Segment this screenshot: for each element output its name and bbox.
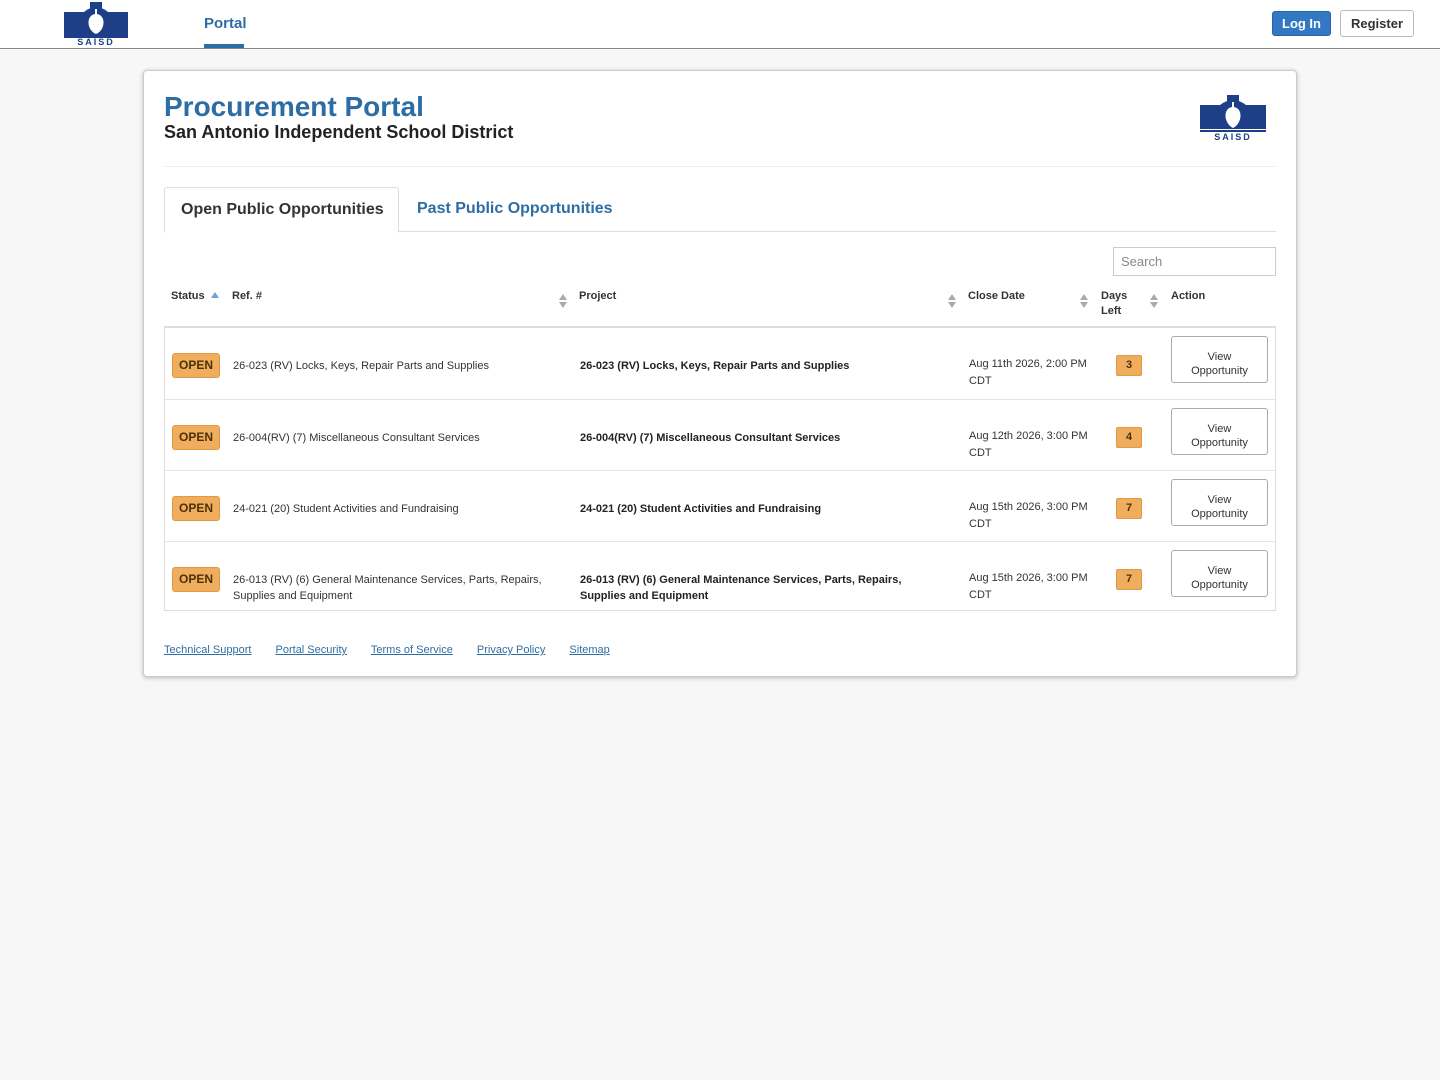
saisd-logo[interactable]: SAISD	[62, 0, 130, 46]
top-navbar: SAISD Portal Log In Register	[0, 0, 1440, 49]
footer-link-sitemap[interactable]: Sitemap	[569, 644, 609, 656]
tab-open-opportunities[interactable]: Open Public Opportunities	[164, 187, 399, 233]
sort-icon[interactable]	[1079, 293, 1089, 309]
page-subtitle: San Antonio Independent School District	[164, 122, 514, 142]
nav-portal-tab[interactable]: Portal	[204, 0, 247, 48]
footer-link-privacy-policy[interactable]: Privacy Policy	[477, 644, 545, 656]
procurement-card: Procurement Portal San Antonio Independe…	[143, 70, 1297, 677]
close-date-cell: Aug 15th 2026, 3:00 PM CDT	[969, 501, 1088, 530]
days-left-badge: 7	[1116, 498, 1142, 519]
table-header: Status Ref. # Project Close Date Days Le…	[164, 281, 1276, 328]
divider	[164, 166, 1276, 167]
status-badge: OPEN	[172, 353, 220, 378]
days-left-badge: 7	[1116, 569, 1142, 590]
ref-cell: 26-013 (RV) (6) General Maintenance Serv…	[233, 574, 542, 602]
view-opportunity-button[interactable]: View Opportunity	[1171, 408, 1268, 455]
status-badge: OPEN	[172, 496, 220, 521]
tab-past-opportunities[interactable]: Past Public Opportunities	[417, 200, 613, 218]
sort-icon[interactable]	[1149, 293, 1159, 309]
header-ref[interactable]: Ref. #	[232, 289, 262, 304]
header-days-left[interactable]: Days Left	[1101, 289, 1127, 319]
footer-links: Technical Support Portal Security Terms …	[164, 644, 631, 656]
days-left-badge: 3	[1116, 355, 1142, 376]
table-row: OPEN 26-004(RV) (7) Miscellaneous Consul…	[165, 399, 1275, 470]
table-row: OPEN 24-021 (20) Student Activities and …	[165, 470, 1275, 541]
ref-cell: 24-021 (20) Student Activities and Fundr…	[233, 503, 459, 515]
close-date-cell: Aug 15th 2026, 3:00 PM CDT	[969, 572, 1088, 601]
login-button[interactable]: Log In	[1272, 11, 1331, 36]
header-status[interactable]: Status	[171, 289, 220, 304]
header-project[interactable]: Project	[579, 289, 616, 304]
close-date-cell: Aug 12th 2026, 3:00 PM CDT	[969, 430, 1088, 459]
footer-link-terms-of-service[interactable]: Terms of Service	[371, 644, 453, 656]
project-cell: 26-013 (RV) (6) General Maintenance Serv…	[580, 574, 902, 602]
close-date-cell: Aug 11th 2026, 2:00 PM CDT	[969, 358, 1087, 387]
ref-cell: 26-023 (RV) Locks, Keys, Repair Parts an…	[233, 360, 489, 372]
status-badge: OPEN	[172, 425, 220, 450]
days-left-badge: 4	[1116, 427, 1142, 448]
status-badge: OPEN	[172, 567, 220, 592]
footer-link-technical-support[interactable]: Technical Support	[164, 644, 251, 656]
footer-link-portal-security[interactable]: Portal Security	[276, 644, 348, 656]
sort-icon[interactable]	[947, 293, 957, 309]
svg-text:SAISD: SAISD	[77, 37, 115, 46]
header-close-date[interactable]: Close Date	[968, 289, 1025, 304]
project-cell: 26-004(RV) (7) Miscellaneous Consultant …	[580, 432, 841, 444]
saisd-card-logo: SAISD	[1200, 95, 1266, 141]
project-cell: 24-021 (20) Student Activities and Fundr…	[580, 503, 822, 515]
svg-text:SAISD: SAISD	[1214, 132, 1252, 141]
view-opportunity-button[interactable]: View Opportunity	[1171, 550, 1268, 597]
table-body: OPEN 26-023 (RV) Locks, Keys, Repair Par…	[164, 328, 1276, 611]
sort-icon[interactable]	[558, 293, 568, 309]
sort-asc-icon	[210, 292, 219, 298]
page-title: Procurement Portal	[164, 91, 424, 122]
ref-cell: 26-004(RV) (7) Miscellaneous Consultant …	[233, 432, 480, 444]
view-opportunity-button[interactable]: View Opportunity	[1171, 479, 1268, 526]
opportunities-table: Status Ref. # Project Close Date Days Le…	[164, 281, 1276, 611]
view-opportunity-button[interactable]: View Opportunity	[1171, 336, 1268, 383]
table-row: OPEN 26-013 (RV) (6) General Maintenance…	[165, 541, 1275, 610]
register-button[interactable]: Register	[1340, 10, 1414, 37]
table-row: OPEN 26-023 (RV) Locks, Keys, Repair Par…	[165, 328, 1275, 399]
project-cell: 26-023 (RV) Locks, Keys, Repair Parts an…	[580, 360, 850, 372]
search-input[interactable]	[1113, 247, 1276, 276]
header-action: Action	[1171, 290, 1206, 302]
opportunity-tabs: Open Public Opportunities Past Public Op…	[164, 187, 1276, 233]
